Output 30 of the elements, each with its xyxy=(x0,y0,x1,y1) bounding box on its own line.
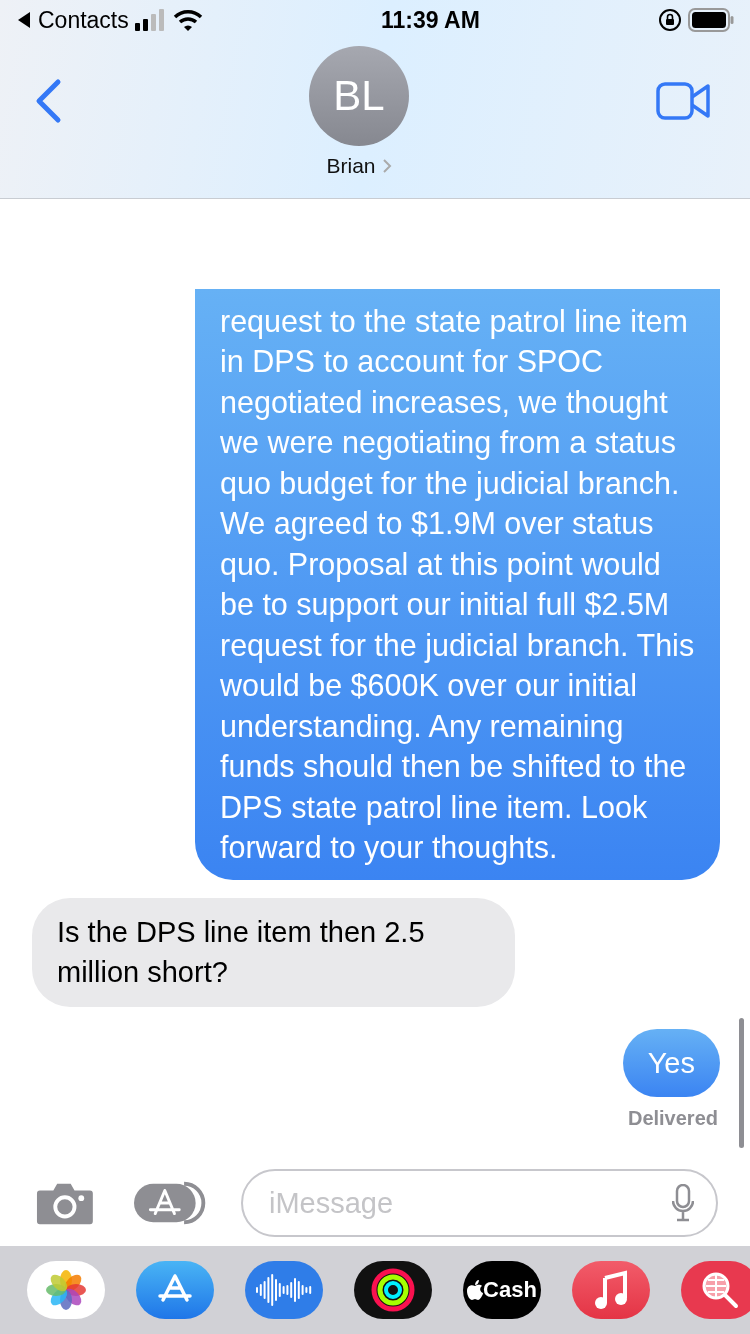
audio-app-button[interactable] xyxy=(245,1261,323,1319)
back-app-label[interactable]: Contacts xyxy=(38,6,129,34)
wifi-icon xyxy=(172,9,203,31)
music-note-icon xyxy=(593,1270,629,1310)
delivery-status: Delivered xyxy=(627,1107,718,1130)
back-chevron-icon[interactable] xyxy=(34,78,62,124)
rotation-lock-icon xyxy=(658,8,682,32)
microphone-icon[interactable] xyxy=(672,1184,694,1222)
cash-app-button[interactable]: Cash xyxy=(463,1261,541,1319)
flower-icon xyxy=(45,1269,87,1311)
signal-icon xyxy=(134,9,167,31)
battery-icon xyxy=(688,8,734,32)
sent-message: request to the state patrol line item in DPS to account for SPOC negotiated increases, we thought we were negotiating from a status quo budget for the judicial branch. We agreed to $1.9M over status quo. Proposal at this point would be to support our initial full $2.5M request for the judicial branch. This would be $600K over our initial understanding. Any remaining funds should then be shifted to the DPS state patrol line item. Look forward to your thoughts. xyxy=(195,288,720,880)
rings-icon xyxy=(371,1268,415,1312)
sent-message: Yes xyxy=(622,1028,720,1097)
waveform-icon xyxy=(254,1272,314,1308)
back-triangle-icon xyxy=(16,11,32,29)
app-store-button[interactable] xyxy=(133,1180,207,1226)
message-field[interactable]: iMessage xyxy=(241,1169,718,1237)
activity-app-button[interactable] xyxy=(354,1261,432,1319)
contact-name[interactable]: Brian xyxy=(326,154,376,178)
image-search-app-button[interactable] xyxy=(681,1261,750,1319)
globe-search-icon xyxy=(700,1270,740,1310)
apple-icon xyxy=(467,1280,484,1300)
chevron-right-icon xyxy=(381,158,392,174)
video-camera-icon[interactable] xyxy=(656,82,710,120)
appstore-app-button[interactable] xyxy=(136,1261,214,1319)
music-app-button[interactable] xyxy=(572,1261,650,1319)
received-message: Is the DPS line item then 2.5 million short? xyxy=(32,897,515,1007)
clock-time: 11:39 AM xyxy=(380,6,480,34)
